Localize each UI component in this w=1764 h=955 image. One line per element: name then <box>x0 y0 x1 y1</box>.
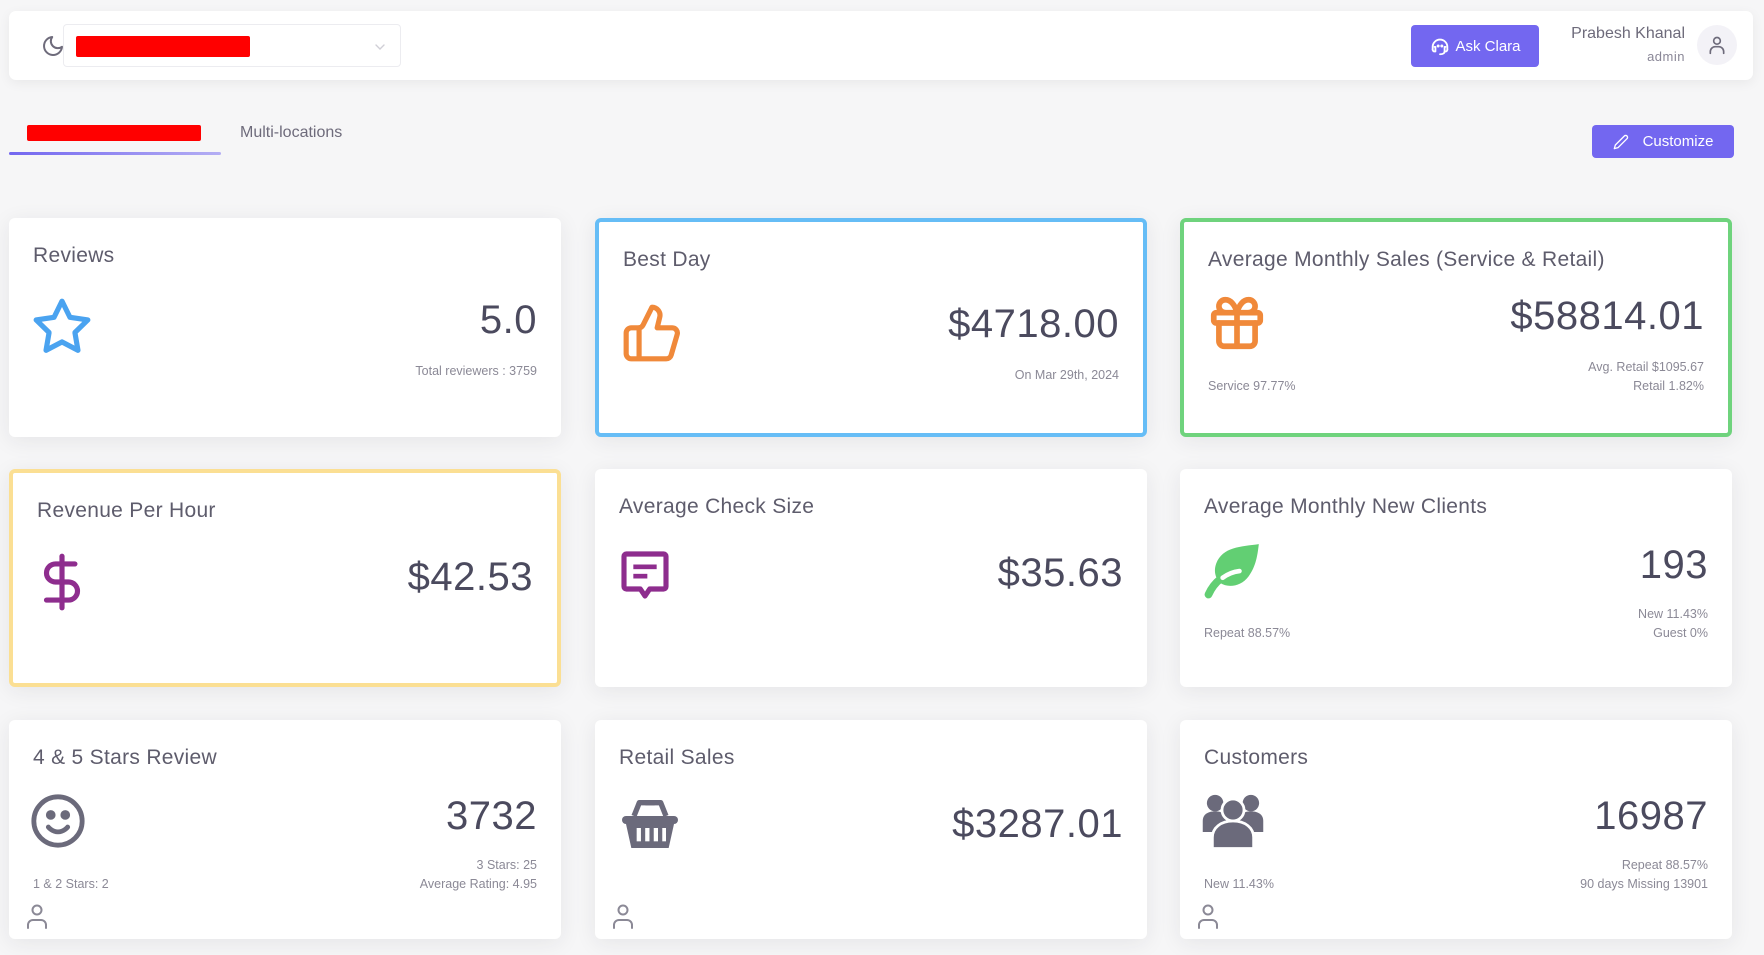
message-icon <box>621 551 669 599</box>
guest-percent: Guest 0% <box>1653 626 1708 640</box>
three-stars: 3 Stars: 25 <box>476 858 537 872</box>
retail-sales-card[interactable]: Retail Sales $3287.01 <box>595 720 1147 939</box>
tab-redacted[interactable] <box>9 118 221 154</box>
card-title: Reviews <box>33 244 115 267</box>
new-percent: New 11.43% <box>1204 877 1274 891</box>
dollar-icon <box>43 553 81 611</box>
star-icon <box>33 298 91 353</box>
ask-clara-button[interactable]: Ask Clara <box>1411 25 1539 67</box>
card-title: Average Check Size <box>619 495 815 518</box>
repeat-percent: Repeat 88.57% <box>1204 626 1291 640</box>
user-icon[interactable] <box>25 903 49 929</box>
average-rating: Average Rating: 4.95 <box>419 877 537 891</box>
card-value: 5.0 <box>479 298 537 342</box>
card-value: $4718.00 <box>948 302 1119 346</box>
redacted-tab-label <box>27 125 201 141</box>
card-title: Revenue Per Hour <box>37 499 216 522</box>
user-icon[interactable] <box>1196 903 1220 929</box>
redacted-location-value <box>76 36 250 57</box>
reviews-card[interactable]: Reviews 5.0 Total reviewers : 3759 <box>9 218 561 437</box>
dashboard-tabs: Multi-locations <box>9 118 409 158</box>
total-reviewers: Total reviewers : 3759 <box>415 364 537 378</box>
ask-clara-label: Ask Clara <box>1455 37 1521 55</box>
revenue-per-hour-card[interactable]: Revenue Per Hour $42.53 <box>9 469 561 687</box>
best-day-card[interactable]: Best Day $4718.00 On Mar 29th, 2024 <box>595 218 1147 437</box>
avg-monthly-sales-card[interactable]: Average Monthly Sales (Service & Retail)… <box>1180 218 1732 437</box>
moon-icon[interactable] <box>41 34 65 58</box>
headset-icon <box>1432 38 1449 56</box>
avatar[interactable] <box>1697 25 1737 65</box>
location-select[interactable] <box>63 24 401 67</box>
card-value: $3287.01 <box>952 802 1123 846</box>
user-role: admin <box>1647 49 1685 64</box>
card-title: Average Monthly Sales (Service & Retail) <box>1208 248 1605 271</box>
missing-90-days: 90 days Missing 13901 <box>1580 877 1708 891</box>
chevron-down-icon <box>375 44 385 50</box>
card-value: 3732 <box>446 794 537 838</box>
card-title: Customers <box>1204 746 1309 769</box>
service-percent: Service 97.77% <box>1208 379 1296 393</box>
thumbs-up-icon <box>623 304 680 362</box>
card-value: $35.63 <box>997 551 1123 595</box>
basket-icon <box>622 800 678 848</box>
card-title: Average Monthly New Clients <box>1204 495 1488 518</box>
gift-icon <box>1210 296 1264 350</box>
customers-card[interactable]: Customers 16987 Repeat 88.57% 90 days Mi… <box>1180 720 1732 939</box>
one-two-stars: 1 & 2 Stars: 2 <box>33 877 109 891</box>
card-value: 16987 <box>1594 794 1708 838</box>
avg-retail: Avg. Retail $1095.67 <box>1588 360 1704 374</box>
avg-check-size-card[interactable]: Average Check Size $35.63 <box>595 469 1147 687</box>
tab-multi-locations[interactable]: Multi-locations <box>240 124 342 142</box>
user-icon <box>1709 36 1725 55</box>
retail-percent: Retail 1.82% <box>1633 379 1704 393</box>
card-value: $58814.01 <box>1510 294 1704 338</box>
users-icon <box>1202 794 1264 850</box>
active-tab-indicator <box>9 152 221 155</box>
leaf-icon <box>1204 544 1259 599</box>
pencil-icon <box>1613 134 1628 149</box>
avg-monthly-new-clients-card[interactable]: Average Monthly New Clients 193 New 11.4… <box>1180 469 1732 687</box>
customize-label: Customize <box>1642 133 1714 150</box>
user-name: Prabesh Khanal <box>1571 25 1685 42</box>
top-header: Ask Clara Prabesh Khanal admin <box>9 11 1753 80</box>
best-day-date: On Mar 29th, 2024 <box>1014 368 1119 382</box>
new-percent: New 11.43% <box>1638 607 1708 621</box>
card-title: 4 & 5 Stars Review <box>33 746 217 769</box>
smile-icon <box>31 794 85 848</box>
card-title: Best Day <box>623 248 711 271</box>
user-icon[interactable] <box>611 903 635 929</box>
card-value: $42.53 <box>407 555 533 599</box>
card-value: 193 <box>1639 543 1708 587</box>
card-title: Retail Sales <box>619 746 735 769</box>
customize-button[interactable]: Customize <box>1592 125 1734 158</box>
four-five-stars-card[interactable]: 4 & 5 Stars Review 3732 3 Stars: 25 Aver… <box>9 720 561 939</box>
repeat-percent: Repeat 88.57% <box>1621 858 1708 872</box>
